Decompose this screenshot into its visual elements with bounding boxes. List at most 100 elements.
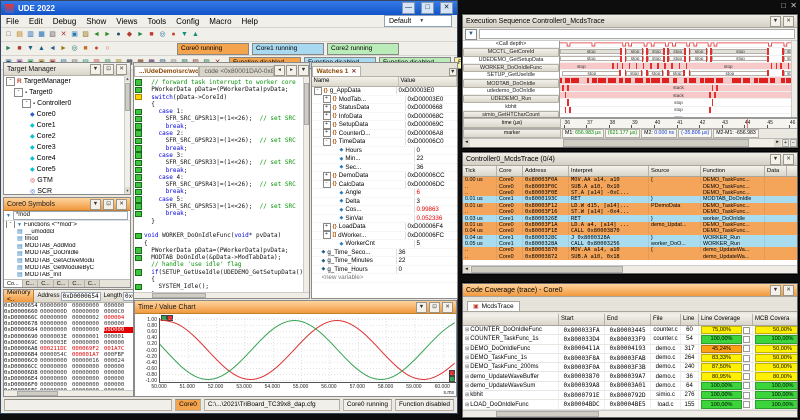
toolbar-icon-debug-start[interactable]: ► bbox=[3, 43, 14, 54]
symbols-tab-0[interactable]: Co... bbox=[4, 280, 23, 289]
watch-row[interactable]: -{}g_AppData0xD00003E0 bbox=[312, 87, 457, 96]
exec-row-label-modtabdoonidle[interactable]: MODTAB_DoOnIdle bbox=[463, 79, 559, 87]
tree-item-core3[interactable]: ◆Core3 bbox=[4, 142, 130, 153]
toolbar-icon-remove-breakpoints[interactable]: ○ bbox=[102, 43, 113, 54]
watch-row[interactable]: <new variable> bbox=[312, 274, 457, 283]
close-icon[interactable]: ✕ bbox=[440, 2, 453, 14]
trace-row[interactable]: 0.04 usCore10x8000328CJ 0x8000328A}WORKE… bbox=[463, 235, 797, 241]
target-tree-scrollbar[interactable]: ▲ ▼ bbox=[124, 75, 130, 194]
exec-row-label-udedemorun[interactable]: UDEDEMO_Run bbox=[463, 95, 559, 103]
toolbar-icon-cut[interactable]: ✕ bbox=[58, 29, 69, 40]
code-line[interactable]: break; bbox=[144, 145, 303, 152]
chart-plot-area[interactable]: 1.000.800.600.400.20-0.00-0.20-0.40-0.60… bbox=[135, 314, 456, 396]
code-line[interactable]: // handle 'use idle' flag bbox=[144, 261, 303, 268]
code-line[interactable]: case 1: bbox=[144, 108, 303, 115]
watch-row[interactable]: ◆Delta3 bbox=[312, 198, 457, 207]
toolbar-icon-debug-stop[interactable]: ■ bbox=[14, 43, 25, 54]
trace-row[interactable]: 0.01 usCore10x8000193CRET}MODTAB_DoOnIdl… bbox=[463, 196, 797, 202]
code-line[interactable]: case 2: bbox=[144, 130, 303, 137]
execution-hscrollbar[interactable]: ◂ ▸ + − bbox=[463, 138, 797, 147]
tab-scroll-left-icon[interactable]: ◂ bbox=[274, 65, 285, 76]
tree-item-gtm[interactable]: ◎GTM bbox=[4, 175, 130, 186]
execution-filter-input[interactable] bbox=[479, 29, 795, 39]
tree-item-core4[interactable]: ◆Core4 bbox=[4, 153, 130, 164]
exec-row-label-workerdoonidlefunc[interactable]: WORKER_DoOnIdleFunc bbox=[463, 64, 559, 72]
coverage-col-line[interactable]: Line bbox=[681, 314, 699, 325]
exec-row-label-udedemodoonidle[interactable]: udedemo_DoOnIdle bbox=[463, 88, 559, 95]
expander-icon[interactable]: ⊞ bbox=[465, 402, 469, 408]
exec-row-modtab_doonidle[interactable] bbox=[560, 77, 797, 84]
toolbar-icon-find[interactable]: ● bbox=[113, 29, 124, 40]
code-line[interactable]: case 5: bbox=[144, 196, 303, 203]
watch-row[interactable]: ◆SinVar0.052336 bbox=[312, 215, 457, 224]
execution-sequence-titlebar[interactable]: Execution Sequence Controller0_McdsTrace… bbox=[463, 15, 797, 28]
trace-col-tick[interactable]: Tick bbox=[463, 166, 497, 176]
trace-col-address[interactable]: Address bbox=[523, 166, 569, 176]
coverage-checkbox[interactable] bbox=[743, 345, 750, 352]
symbol-item-fmod[interactable]: ▤fmod bbox=[4, 235, 130, 242]
toolbar-icon-copy[interactable]: ▣ bbox=[69, 29, 80, 40]
exec-row-status_doonidlefunc[interactable]: stop bbox=[560, 114, 797, 117]
watch-row[interactable]: ◆Min...22 bbox=[312, 155, 457, 164]
code-line[interactable]: { bbox=[144, 240, 303, 247]
exec-row-label-udedemogetsetupdata[interactable]: UDEDEMO_GetSetupData bbox=[463, 57, 559, 64]
coverage-hscrollbar[interactable] bbox=[463, 410, 797, 417]
close-icon[interactable]: ✕ bbox=[783, 154, 794, 165]
scroll-right-icon[interactable]: ▸ bbox=[774, 139, 781, 147]
watch-row[interactable]: +{}SetupData0xD000069C bbox=[312, 121, 457, 130]
close-icon[interactable]: ✕ bbox=[116, 199, 127, 210]
coverage-row-counter_doonidlefunc[interactable]: ⊞COUNTER_DoOnIdleFunc0x800033FA0x8000344… bbox=[463, 326, 797, 335]
toolbar-icon-step-into[interactable]: ▼ bbox=[179, 29, 190, 40]
toolbar-icon-restart[interactable]: ◎ bbox=[69, 43, 80, 54]
expander-icon[interactable]: - bbox=[14, 88, 23, 97]
toolbar-icon-pause[interactable]: ■ bbox=[80, 43, 91, 54]
marker-m1[interactable]: M1: 656.983 µs bbox=[562, 129, 604, 138]
dropdown-icon[interactable]: ▼ bbox=[770, 154, 781, 165]
workspace-select[interactable]: Default ▼ bbox=[384, 15, 452, 27]
code-line[interactable]: switch(pData->CoreId) bbox=[144, 94, 303, 101]
coverage-titlebar[interactable]: Code Coverage (trace) - Core0 ▼✕ bbox=[463, 284, 797, 297]
code-line[interactable]: PWorkerData pData=(PWorkerData)pvData; bbox=[144, 247, 303, 254]
trace-row[interactable]: 0.05 usCore10x8000328ACALL 0x80003256wor… bbox=[463, 241, 797, 247]
exec-row-kbhit[interactable]: stop bbox=[560, 99, 797, 106]
coverage-row-kbhit[interactable]: ⊞kbhit0x8000791E0x8000792Dsimio.c276100,… bbox=[463, 391, 797, 400]
watches-tab[interactable]: Watches 1 ✕ bbox=[312, 66, 362, 76]
toolbar-icon-reset[interactable]: ◎ bbox=[157, 29, 168, 40]
tree-item-controller0[interactable]: -▪Controller0 bbox=[4, 98, 130, 109]
trace-row[interactable]: ..Core00x80003872SUB.A a10, 0x18demo_Upd… bbox=[463, 254, 797, 260]
editor-vscrollbar[interactable] bbox=[303, 77, 309, 292]
coverage-checkbox[interactable] bbox=[743, 364, 750, 371]
maximize-icon[interactable]: □ bbox=[421, 2, 434, 14]
coverage-row-demo_doonidlefunc[interactable]: ⊞DEMO_DoOnIdleFunc0x8000411A0x80004193de… bbox=[463, 345, 797, 354]
watch-row[interactable]: ◆WorkerCnt5 bbox=[312, 240, 457, 249]
expander-icon[interactable]: - bbox=[6, 77, 15, 86]
code-line[interactable]: SYSTEM_Idle(); bbox=[144, 283, 303, 290]
desktop-maximize-icon[interactable]: □ bbox=[781, 1, 786, 10]
tree-item-targetmanager[interactable]: -RTargetManager bbox=[4, 76, 130, 87]
symbols-tab-2[interactable]: C... bbox=[38, 280, 54, 289]
menu-views[interactable]: Views bbox=[116, 17, 137, 26]
tree-item-core2[interactable]: ◆Core2 bbox=[4, 131, 130, 142]
ude-titlebar[interactable]: UDE 2022 — □ ✕ bbox=[1, 1, 457, 15]
watch-row[interactable]: ◆g_Time_Seco...36 bbox=[312, 249, 457, 258]
expander-icon[interactable]: - bbox=[323, 180, 331, 188]
trace-col-source[interactable]: Source bbox=[649, 166, 701, 176]
trace-hscrollbar[interactable]: ◂ bbox=[463, 265, 797, 273]
toolbar-icon-print[interactable]: ▧ bbox=[47, 29, 58, 40]
desktop-close-icon[interactable]: ✕ bbox=[790, 1, 797, 10]
watch-row[interactable]: ◆Sec...36 bbox=[312, 164, 457, 173]
trace-cursor[interactable] bbox=[747, 119, 748, 128]
exec-row-udedemo_getsetupdata[interactable]: stopstopstopstopstopstopstop bbox=[560, 56, 797, 63]
dropdown-icon[interactable]: ▼ bbox=[90, 199, 101, 210]
exec-row-udedemo_run[interactable]: stack bbox=[560, 92, 797, 99]
exec-row-label-setupgetuseidle[interactable]: SETUP_GetUseIdle bbox=[463, 72, 559, 79]
symbols-tab-1[interactable]: C... bbox=[23, 280, 39, 289]
symbols-tab-3[interactable]: C... bbox=[54, 280, 70, 289]
code-line[interactable]: SFR_SRC_GPSR23|=(1<<26); // set SRC bbox=[144, 137, 303, 144]
watch-row[interactable]: ◆Hours0 bbox=[312, 147, 457, 156]
coverage-checkbox[interactable] bbox=[743, 355, 750, 362]
tree-item-core0[interactable]: ◆Core0 bbox=[4, 109, 130, 120]
exec-row-udedemo_doonidle[interactable]: stack bbox=[560, 85, 797, 92]
coverage-col-end[interactable]: End bbox=[605, 314, 651, 325]
trace-row[interactable]: 0.00 usCore00x80003F0AMOV.AA a14, a10{DE… bbox=[463, 177, 797, 183]
